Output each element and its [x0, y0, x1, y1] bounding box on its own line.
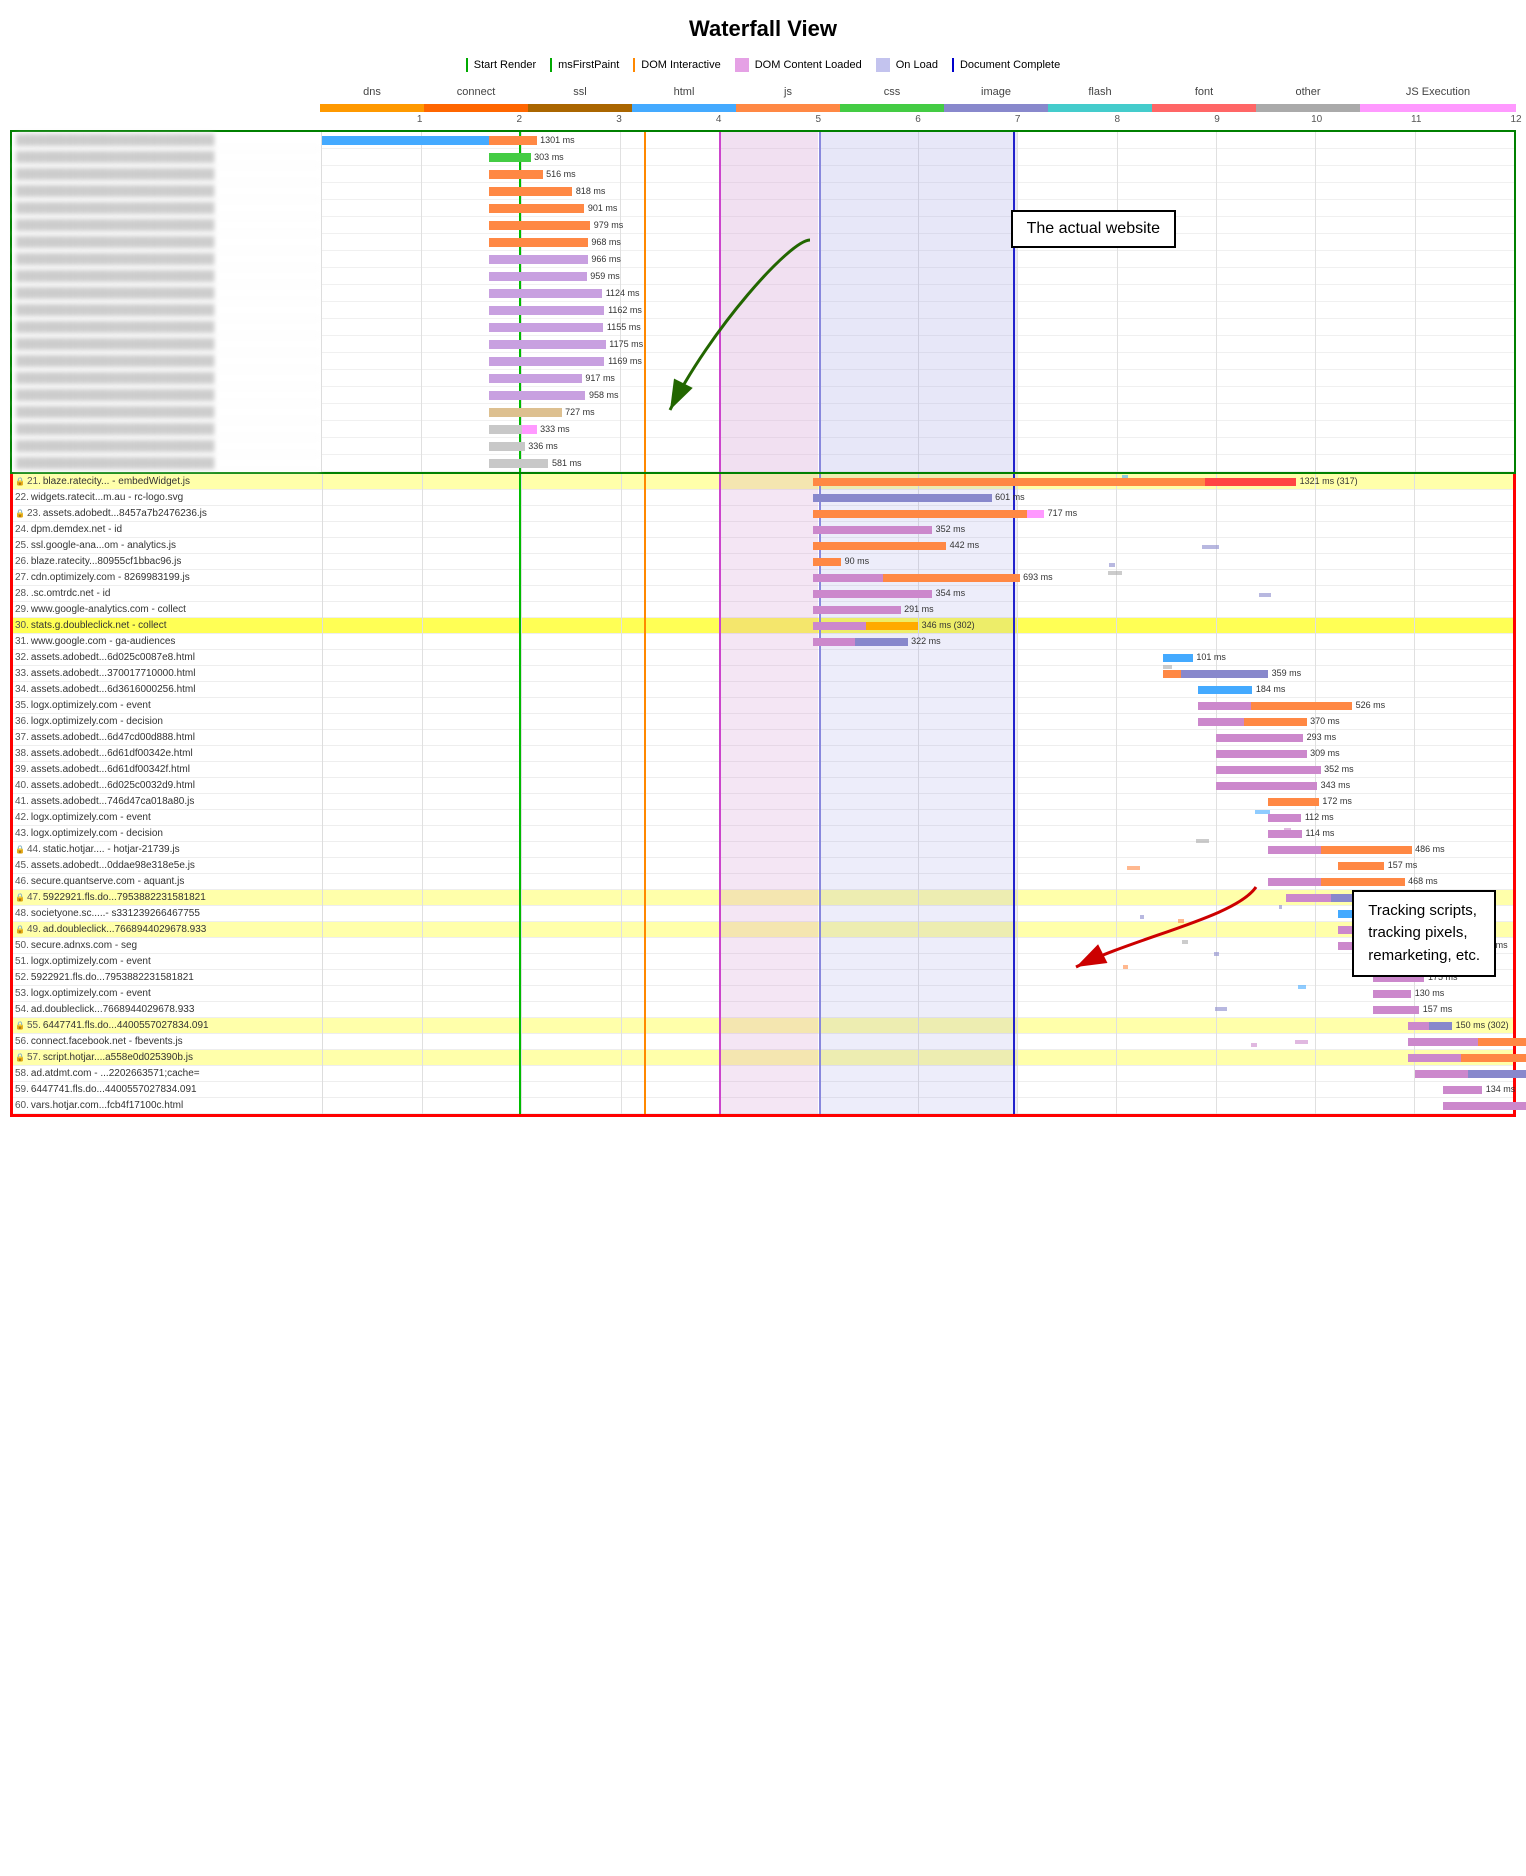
tracking-url-cell-10: 31. www.google.com - ga-audiences — [13, 634, 322, 650]
top-url-cell-16: ████████████████████████████ — [12, 404, 321, 421]
top-url-cell-3: ████████████████████████████ — [12, 183, 321, 200]
tracking-url-cell-2: 🔒23. assets.adobedt...8457a7b2476236.js — [13, 506, 322, 522]
tracking-url-cell-23: 🔒44. static.hotjar.... - hotjar-21739.js — [13, 842, 322, 858]
tracking-url-cell-16: 37. assets.adobedt...6d47cd00d888.html — [13, 730, 322, 746]
tracking-url-cell-21: 42. logx.optimizely.com - event — [13, 810, 322, 826]
top-url-cell-2: ████████████████████████████ — [12, 166, 321, 183]
top-url-cell-11: ████████████████████████████ — [12, 319, 321, 336]
tick-10: 10 — [1311, 114, 1322, 125]
tick-5: 5 — [815, 114, 821, 125]
col-js: js — [736, 86, 840, 98]
top-url-cell-7: ████████████████████████████ — [12, 251, 321, 268]
top-timeline-column: 1301 ms303 ms516 ms818 ms901 ms979 ms968… — [322, 132, 1514, 472]
tracking-url-cell-33: 54. ad.doubleclick...7668944029678.933 — [13, 1002, 322, 1018]
tracking-url-cell-5: 26. blaze.ratecity...80955cf1bbac96.js — [13, 554, 322, 570]
tracking-url-cell-24: 45. assets.adobedt...0ddae98e318e5e.js — [13, 858, 322, 874]
col-dns: dns — [320, 86, 424, 98]
col-connect: connect — [424, 86, 528, 98]
top-url-cell-12: ████████████████████████████ — [12, 336, 321, 353]
tick-6: 6 — [915, 114, 921, 125]
tick-2: 2 — [516, 114, 522, 125]
top-url-column: ████████████████████████████████████████… — [12, 132, 322, 472]
tracking-url-cell-39: 60. vars.hotjar.com...fcb4f17100c.html — [13, 1098, 322, 1114]
tracking-url-cell-12: 33. assets.adobedt...370017710000.html — [13, 666, 322, 682]
page-title: Waterfall View — [0, 0, 1526, 52]
tracking-url-cell-14: 35. logx.optimizely.com - event — [13, 698, 322, 714]
tracking-url-cell-22: 43. logx.optimizely.com - decision — [13, 826, 322, 842]
top-url-cell-14: ████████████████████████████ — [12, 370, 321, 387]
tracking-url-cell-4: 25. ssl.google-ana...om - analytics.js — [13, 538, 322, 554]
tick-9: 9 — [1214, 114, 1220, 125]
tracking-url-cell-15: 36. logx.optimizely.com - decision — [13, 714, 322, 730]
tracking-url-cell-19: 40. assets.adobedt...6d025c0032d9.html — [13, 778, 322, 794]
top-url-cell-4: ████████████████████████████ — [12, 200, 321, 217]
tracking-timeline-column: 1321 ms (317)601 ms717 ms352 ms442 ms90 … — [323, 474, 1513, 1114]
top-url-cell-6: ████████████████████████████ — [12, 234, 321, 251]
col-image: image — [944, 86, 1048, 98]
col-other: other — [1256, 86, 1360, 98]
tracking-url-cell-36: 🔒57. script.hotjar....a558e0d025390b.js — [13, 1050, 322, 1066]
col-ssl: ssl — [528, 86, 632, 98]
tick-3: 3 — [616, 114, 622, 125]
tracking-annotation: Tracking scripts,tracking pixels,remarke… — [1352, 890, 1496, 978]
tracking-url-column: 🔒21. blaze.ratecity... - embedWidget.js2… — [13, 474, 323, 1114]
tracking-url-cell-6: 27. cdn.optimizely.com - 8269983199.js — [13, 570, 322, 586]
tracking-url-cell-1: 22. widgets.ratecit...m.au - rc-logo.svg — [13, 490, 322, 506]
tracking-url-cell-29: 50. secure.adnxs.com - seg — [13, 938, 322, 954]
tick-11: 11 — [1411, 114, 1421, 125]
tracking-url-cell-30: 51. logx.optimizely.com - event — [13, 954, 322, 970]
top-url-cell-8: ████████████████████████████ — [12, 268, 321, 285]
top-url-cell-10: ████████████████████████████ — [12, 302, 321, 319]
tracking-url-cell-11: 32. assets.adobedt...6d025c0087e8.html — [13, 650, 322, 666]
top-url-cell-9: ████████████████████████████ — [12, 285, 321, 302]
top-url-cell-17: ████████████████████████████ — [12, 421, 321, 438]
legend: Start Render msFirstPaint DOM Interactiv… — [0, 52, 1526, 82]
col-html: html — [632, 86, 736, 98]
tracking-url-cell-32: 53. logx.optimizely.com - event — [13, 986, 322, 1002]
col-jsexec: JS Execution — [1360, 86, 1516, 98]
tracking-url-cell-0: 🔒21. blaze.ratecity... - embedWidget.js — [13, 474, 322, 490]
tracking-url-cell-31: 52. 5922921.fls.do...7953882231581821 — [13, 970, 322, 986]
top-section: ████████████████████████████████████████… — [10, 130, 1516, 474]
legend-on-load: On Load — [876, 58, 938, 72]
tick-1: 1 — [417, 114, 423, 125]
col-font: font — [1152, 86, 1256, 98]
tracking-url-cell-26: 🔒47. 5922921.fls.do...7953882231581821 — [13, 890, 322, 906]
tracking-url-cell-35: 56. connect.facebook.net - fbevents.js — [13, 1034, 322, 1050]
tracking-url-cell-38: 59. 6447741.fls.do...4400557027834.091 — [13, 1082, 322, 1098]
tracking-url-cell-17: 38. assets.adobedt...6d61df00342e.html — [13, 746, 322, 762]
tracking-url-cell-28: 🔒49. ad.doubleclick...7668944029678.933 — [13, 922, 322, 938]
tracking-url-cell-18: 39. assets.adobedt...6d61df00342f.html — [13, 762, 322, 778]
tick-7: 7 — [1015, 114, 1021, 125]
tracking-url-cell-27: 48. societyone.sc.....- s331239266467755 — [13, 906, 322, 922]
top-url-cell-1: ████████████████████████████ — [12, 149, 321, 166]
tracking-url-cell-9: 30. stats.g.doubleclick.net - collect — [13, 618, 322, 634]
tracking-url-cell-34: 🔒55. 6447741.fls.do...4400557027834.091 — [13, 1018, 322, 1034]
legend-dom-content-loaded: DOM Content Loaded — [735, 58, 862, 72]
tracking-url-cell-3: 24. dpm.demdex.net - id — [13, 522, 322, 538]
tracking-url-cell-8: 29. www.google-analytics.com - collect — [13, 602, 322, 618]
top-url-cell-5: ████████████████████████████ — [12, 217, 321, 234]
tracking-url-cell-13: 34. assets.adobedt...6d3616000256.html — [13, 682, 322, 698]
legend-document-complete: Document Complete — [952, 58, 1060, 72]
legend-dom-interactive: DOM Interactive — [633, 58, 720, 72]
top-url-cell-19: ████████████████████████████ — [12, 455, 321, 472]
tracking-url-cell-20: 41. assets.adobedt...746d47ca018a80.js — [13, 794, 322, 810]
top-url-cell-18: ████████████████████████████ — [12, 438, 321, 455]
top-url-cell-0: ████████████████████████████ — [12, 132, 321, 149]
tracking-url-cell-37: 58. ad.atdmt.com - ...2202663571;cache= — [13, 1066, 322, 1082]
col-flash: flash — [1048, 86, 1152, 98]
legend-msfirstpaint: msFirstPaint — [550, 58, 619, 72]
tracking-url-cell-7: 28. .sc.omtrdc.net - id — [13, 586, 322, 602]
col-css: css — [840, 86, 944, 98]
tick-4: 4 — [716, 114, 722, 125]
top-url-cell-13: ████████████████████████████ — [12, 353, 321, 370]
top-url-cell-15: ████████████████████████████ — [12, 387, 321, 404]
tracking-url-cell-25: 46. secure.quantserve.com - aquant.js — [13, 874, 322, 890]
legend-start-render: Start Render — [466, 58, 536, 72]
actual-website-annotation: The actual website — [1011, 210, 1176, 248]
tracking-section: 🔒21. blaze.ratecity... - embedWidget.js2… — [10, 474, 1516, 1117]
tick-8: 8 — [1114, 114, 1120, 125]
tick-12: 12 — [1510, 114, 1521, 125]
